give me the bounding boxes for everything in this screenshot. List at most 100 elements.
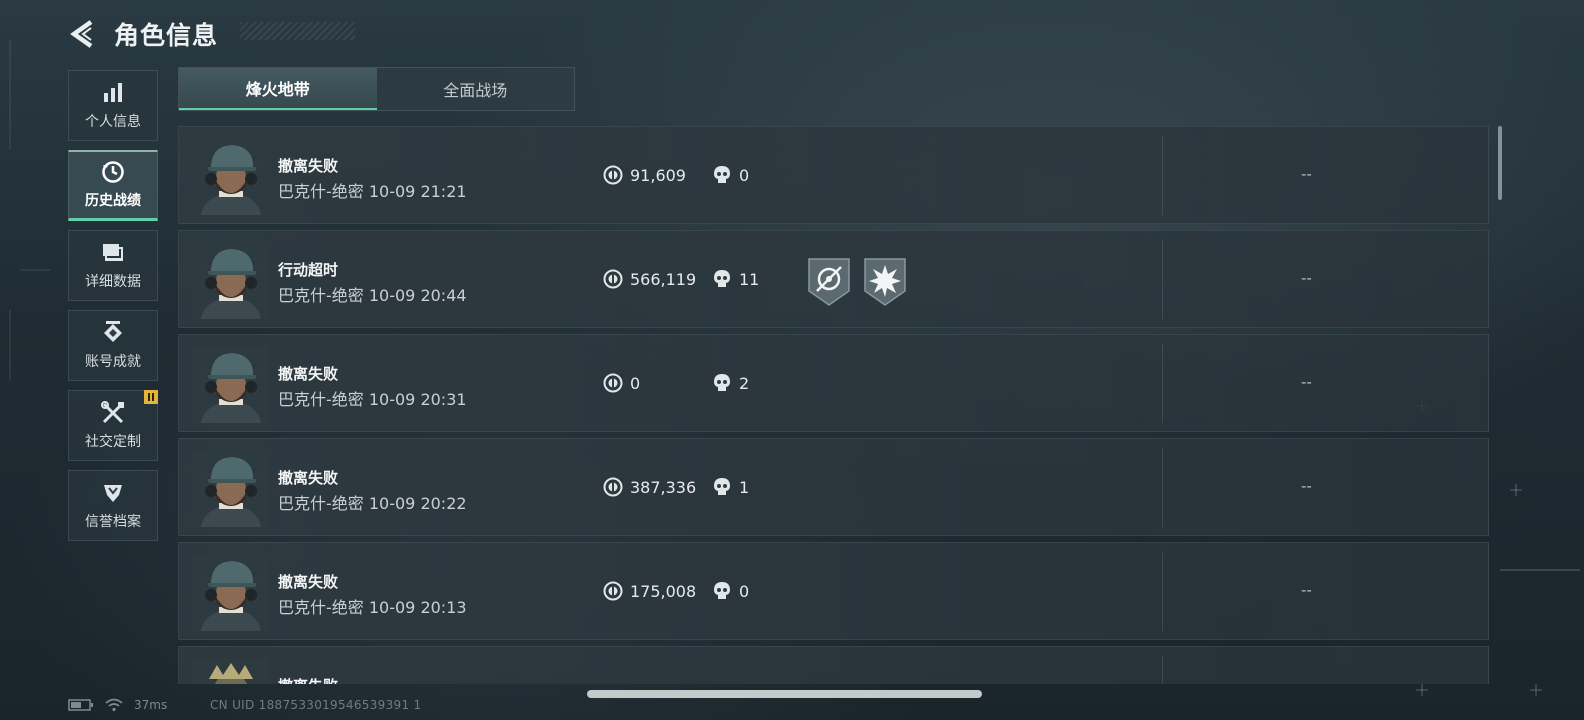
match-map-time: 巴克什-绝密 10-09 21:21 <box>278 182 467 201</box>
page-title: 角色信息 <box>114 21 219 50</box>
bar-chart-icon <box>101 81 125 105</box>
wifi-icon <box>105 698 123 712</box>
list-scrollbar[interactable] <box>1498 126 1502 200</box>
back-button[interactable] <box>68 17 98 51</box>
header: 角色信息 <box>68 14 218 54</box>
loot-value: 175,008 <box>603 581 696 601</box>
burst-medal-icon[interactable] <box>863 257 907 307</box>
kill-count-text: 0 <box>739 165 750 185</box>
wrench-screwdriver-icon <box>101 400 125 425</box>
mode-tabs: 烽火地带 全面战场 <box>178 67 575 111</box>
title-decoration <box>240 22 355 40</box>
coin-icon <box>603 269 623 289</box>
coin-icon <box>603 581 623 601</box>
kill-count: 0 <box>713 165 749 185</box>
column-divider <box>1162 551 1163 631</box>
loot-value: 387,336 <box>603 477 696 497</box>
home-indicator[interactable] <box>587 690 982 698</box>
sidebar-item-personal-info[interactable]: 个人信息 <box>68 70 158 141</box>
achievement-badge-icon <box>101 320 125 345</box>
coin-icon <box>603 477 623 497</box>
loot-value: 0 <box>603 373 640 393</box>
column-divider <box>1162 135 1163 215</box>
skull-icon <box>714 582 730 599</box>
loot-value-text: 0 <box>630 373 641 393</box>
extra-info: -- <box>1301 269 1312 287</box>
tab-warzone[interactable]: 烽火地带 <box>179 68 377 110</box>
skull-icon <box>714 374 730 391</box>
sidebar-item-label: 账号成就 <box>85 353 141 370</box>
match-map-time: 巴克什-绝密 10-09 20:22 <box>278 494 467 513</box>
operator-avatar <box>193 139 269 215</box>
loot-value-text: 566,119 <box>630 269 697 289</box>
sidebar: 个人信息 历史战绩 详细数据 账号成就 社交定制 信誉档案 <box>68 70 158 550</box>
loot-value-text: 91,609 <box>630 165 686 185</box>
skull-icon <box>714 270 730 287</box>
operator-avatar <box>193 347 269 423</box>
status-bar: 37ms <box>68 698 167 712</box>
uid-text: CN UID 1887533019546539391 1 <box>210 698 422 712</box>
stacked-cards-icon <box>101 241 125 265</box>
loot-value: 566,119 <box>603 269 696 289</box>
match-result: 撤离失败 <box>278 157 339 175</box>
crosshair-medal-icon[interactable] <box>807 257 851 307</box>
sidebar-item-label: 个人信息 <box>85 113 141 130</box>
column-divider <box>1162 343 1163 423</box>
back-arrow-icon <box>70 20 93 48</box>
kill-count: 2 <box>713 373 749 393</box>
extra-info: -- <box>1301 581 1312 599</box>
loot-value: 91,609 <box>603 165 686 185</box>
sidebar-item-social-custom[interactable]: 社交定制 <box>68 390 158 461</box>
sidebar-item-label: 详细数据 <box>85 273 141 290</box>
match-row[interactable]: 撤离失败 <box>178 646 1489 684</box>
match-map-time: 巴克什-绝密 10-09 20:31 <box>278 390 467 409</box>
match-result: 行动超时 <box>278 261 339 279</box>
battery-icon <box>68 699 93 711</box>
match-map-time: 巴克什-绝密 10-09 20:44 <box>278 286 467 305</box>
loot-value-text: 175,008 <box>630 581 697 601</box>
notification-badge <box>144 390 158 404</box>
sidebar-item-history[interactable]: 历史战绩 <box>68 150 158 221</box>
kill-count-text: 2 <box>739 373 750 393</box>
match-row[interactable]: 撤离失败 巴克什-绝密 10-09 20:13 175,008 0 -- <box>178 542 1489 640</box>
sidebar-item-label: 社交定制 <box>85 433 141 450</box>
match-row[interactable]: 行动超时 巴克什-绝密 10-09 20:44 566,119 11 -- <box>178 230 1489 328</box>
match-row[interactable]: 撤离失败 巴克什-绝密 10-09 21:21 91,609 0 -- <box>178 126 1489 224</box>
sidebar-item-label: 历史战绩 <box>85 193 141 209</box>
sidebar-item-achievements[interactable]: 账号成就 <box>68 310 158 381</box>
kill-count: 11 <box>713 269 759 289</box>
column-divider <box>1162 239 1163 319</box>
skull-icon <box>714 478 730 495</box>
kill-count: 0 <box>713 581 749 601</box>
sidebar-item-detailed-data[interactable]: 详细数据 <box>68 230 158 301</box>
match-result: 撤离失败 <box>278 675 338 684</box>
extra-info: -- <box>1301 477 1312 495</box>
history-clock-icon <box>101 160 125 184</box>
tab-full-battlefield[interactable]: 全面战场 <box>377 68 575 110</box>
match-result: 撤离失败 <box>278 573 339 591</box>
match-history-list[interactable]: 撤离失败 巴克什-绝密 10-09 21:21 91,609 0 -- 行动超时… <box>178 126 1489 684</box>
sidebar-item-reputation[interactable]: 信誉档案 <box>68 470 158 541</box>
sidebar-item-label: 信誉档案 <box>85 513 141 530</box>
medal-list <box>807 257 907 307</box>
kill-count-text: 1 <box>739 477 750 497</box>
operator-avatar <box>193 659 269 684</box>
skull-icon <box>714 166 730 183</box>
coin-icon <box>603 165 623 185</box>
extra-info: -- <box>1301 165 1312 183</box>
match-row[interactable]: 撤离失败 巴克什-绝密 10-09 20:22 387,336 1 -- <box>178 438 1489 536</box>
match-result: 撤离失败 <box>278 365 339 383</box>
column-divider <box>1162 655 1163 684</box>
operator-avatar <box>193 243 269 319</box>
match-map-time: 巴克什-绝密 10-09 20:13 <box>278 598 467 617</box>
column-divider <box>1162 447 1163 527</box>
extra-info: -- <box>1301 373 1312 391</box>
operator-avatar <box>193 555 269 631</box>
match-result: 撤离失败 <box>278 469 339 487</box>
match-row[interactable]: 撤离失败 巴克什-绝密 10-09 20:31 0 2 -- <box>178 334 1489 432</box>
kill-count-text: 11 <box>739 269 760 289</box>
shield-emblem-icon <box>101 481 125 505</box>
kill-count: 1 <box>713 477 749 497</box>
ping-text: 37ms <box>134 698 168 712</box>
operator-avatar <box>193 451 269 527</box>
